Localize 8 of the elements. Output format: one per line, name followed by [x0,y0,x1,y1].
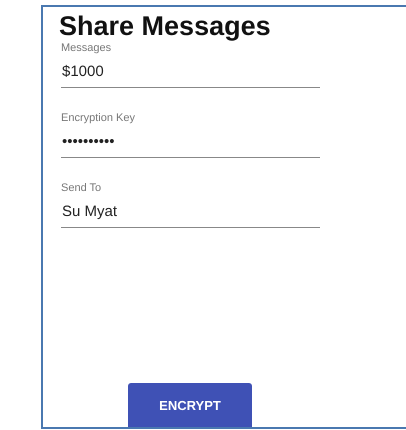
input-field[interactable]: Su Myat [61,203,320,228]
form-title: Share Messages [59,10,272,42]
encrypt-button[interactable]: ENCRYPT [128,383,252,427]
field-label: Messages [61,42,112,54]
input-field[interactable]: $1000 [61,63,320,88]
field-label: Encryption Key [61,112,136,124]
field-label: Send To [61,182,102,194]
input-field[interactable]: •••••••••• [61,133,320,158]
